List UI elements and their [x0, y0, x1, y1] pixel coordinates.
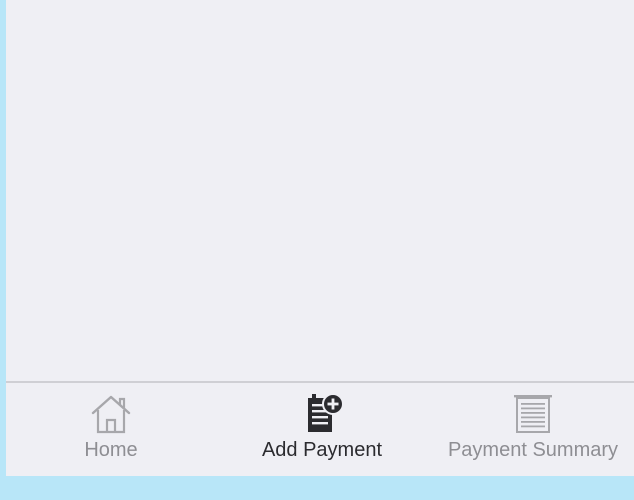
- tab-payment-summary-label: Payment Summary: [447, 439, 619, 461]
- tab-add-payment-label: Add Payment: [261, 439, 383, 461]
- main-content-area: [6, 0, 634, 381]
- tab-add-payment[interactable]: Add Payment: [242, 383, 402, 476]
- bottom-tab-bar: Home Add Payment Payment Summary: [6, 381, 634, 476]
- app-screen: Home Add Payment Payment Summary: [6, 0, 634, 476]
- tab-home-label: Home: [84, 439, 138, 461]
- tab-payment-summary[interactable]: Payment Summary: [438, 383, 628, 476]
- receipt-icon: [514, 395, 552, 433]
- add-document-icon: [308, 393, 344, 432]
- tab-home[interactable]: Home: [51, 383, 171, 476]
- home-icon: [91, 395, 131, 434]
